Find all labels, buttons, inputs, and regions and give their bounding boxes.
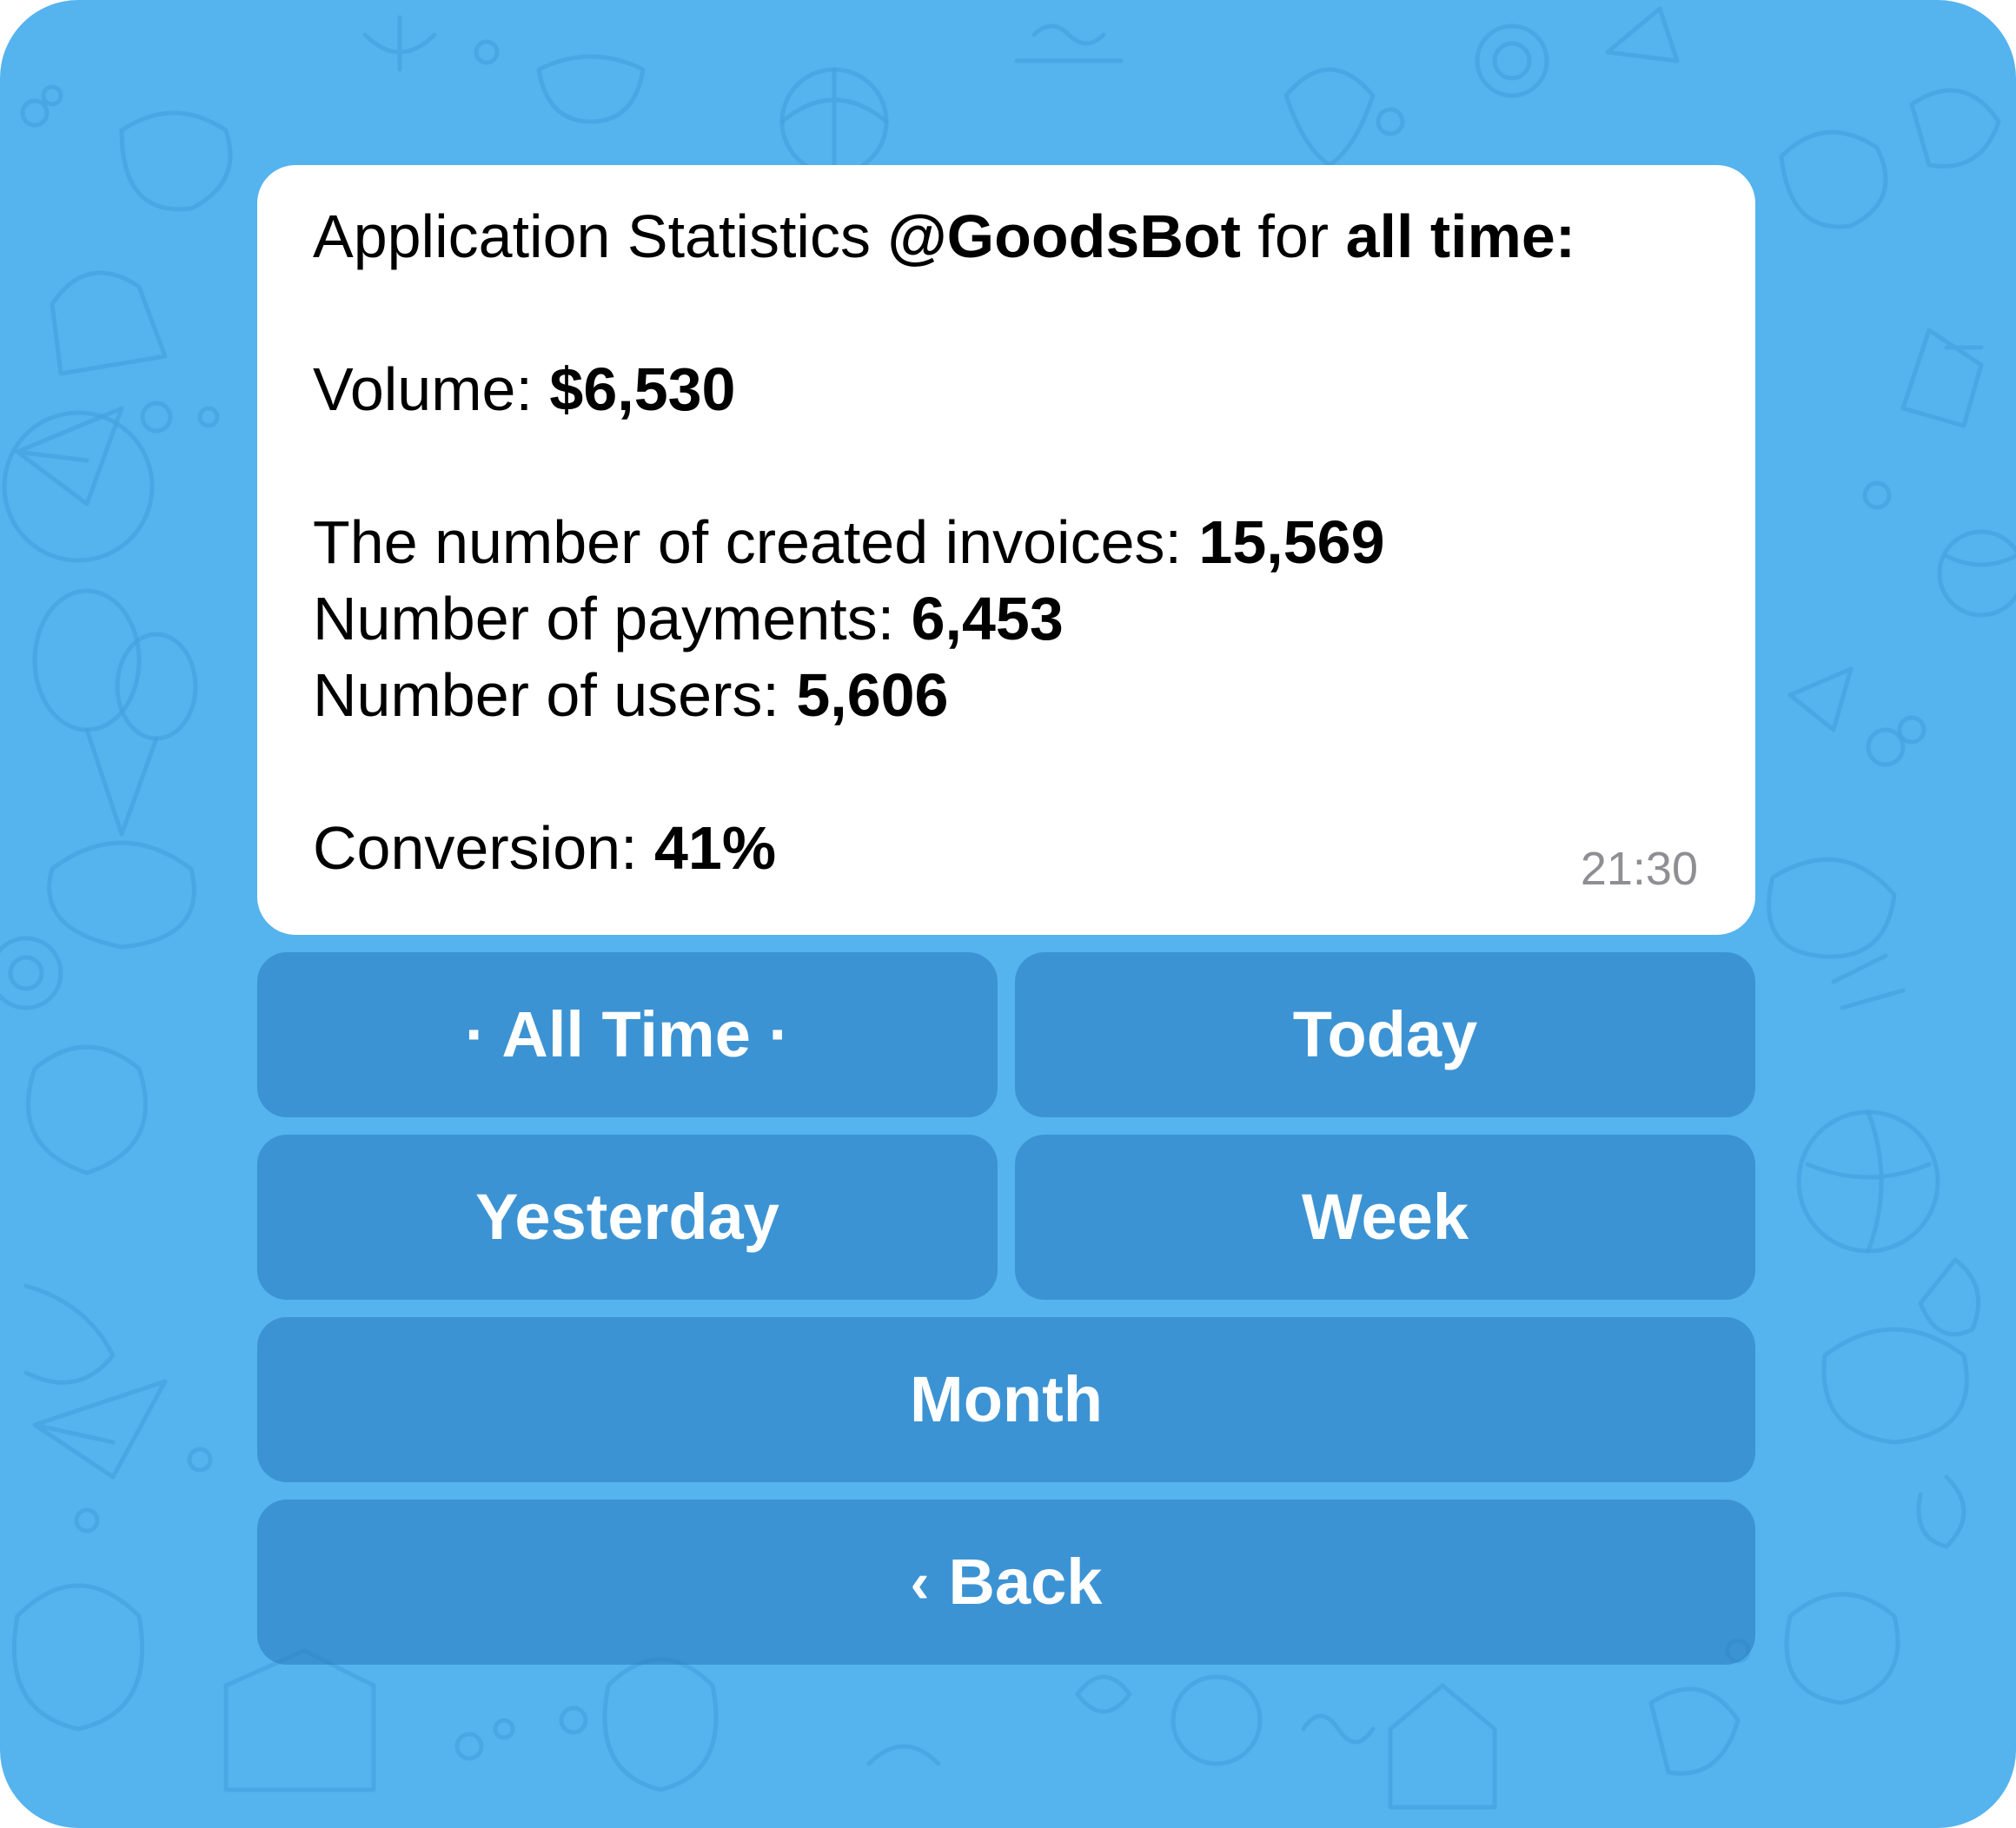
title-mid-text: for: [1240, 202, 1346, 270]
payments-value: 6,453: [911, 585, 1064, 652]
message-bubble: Application Statistics @GoodsBot for all…: [257, 165, 1755, 935]
message-time: 21:30: [1580, 843, 1698, 895]
back-label: Back: [948, 1546, 1103, 1618]
back-button[interactable]: ‹ Back: [257, 1500, 1755, 1665]
volume-label: Volume:: [313, 355, 550, 423]
yesterday-label: Yesterday: [475, 1181, 779, 1253]
invoices-value: 15,569: [1198, 508, 1385, 576]
users-value: 5,606: [796, 661, 949, 729]
chat-background: Application Statistics @GoodsBot for all…: [0, 0, 2016, 1828]
conversion-value: 41%: [653, 814, 777, 882]
invoices-line: The number of created invoices: 15,569: [313, 504, 1700, 580]
week-label: Week: [1302, 1181, 1469, 1253]
volume-line: Volume: $6,530: [313, 351, 1700, 427]
all-time-button[interactable]: · All Time ·: [257, 952, 998, 1117]
conversion-line: Conversion: 41%: [313, 810, 1700, 886]
volume-value: $6,530: [549, 355, 736, 423]
payments-line: Number of payments: 6,453: [313, 580, 1700, 657]
month-button[interactable]: Month: [257, 1317, 1755, 1482]
week-button[interactable]: Week: [1015, 1135, 1755, 1300]
message-title: Application Statistics @GoodsBot for all…: [313, 198, 1700, 275]
invoices-label: The number of created invoices:: [313, 508, 1199, 576]
chevron-left-icon: ‹: [910, 1550, 930, 1614]
yesterday-button[interactable]: Yesterday: [257, 1135, 998, 1300]
all-time-label: · All Time ·: [464, 998, 791, 1070]
users-label: Number of users:: [313, 661, 797, 729]
month-label: Month: [910, 1363, 1103, 1435]
period-text: all time:: [1345, 202, 1576, 270]
conversion-label: Conversion:: [313, 814, 654, 882]
title-prefix-text: Application Statistics: [313, 202, 888, 270]
bot-handle-text: @GoodsBot: [887, 202, 1241, 270]
today-button[interactable]: Today: [1015, 952, 1755, 1117]
today-label: Today: [1292, 998, 1478, 1070]
payments-label: Number of payments:: [313, 585, 912, 652]
users-line: Number of users: 5,606: [313, 657, 1700, 733]
